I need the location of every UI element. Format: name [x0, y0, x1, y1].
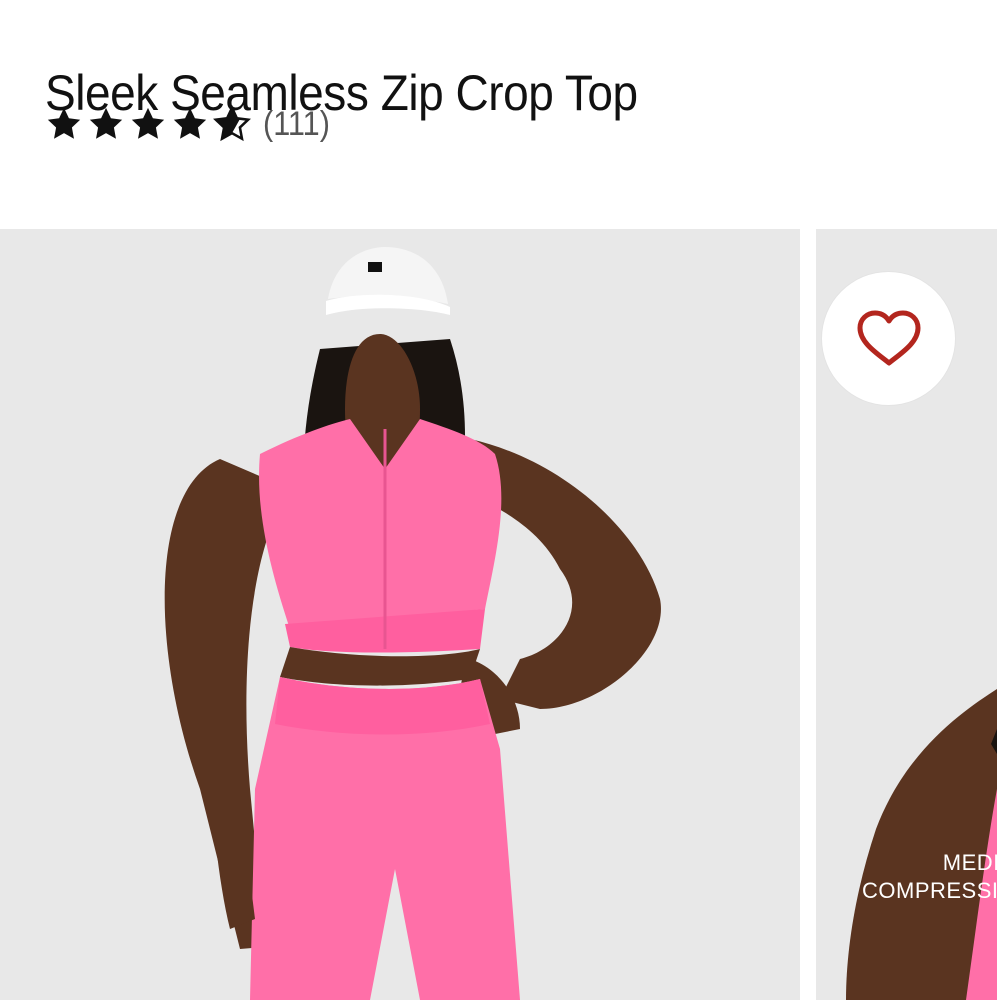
heart-icon: [857, 310, 920, 365]
add-to-favorites-button[interactable]: [822, 272, 955, 405]
review-count[interactable]: (111): [263, 105, 330, 144]
star-half-icon: [213, 105, 251, 142]
star-icon: [47, 107, 81, 139]
star-icon: [131, 107, 165, 139]
compression-badge: MEDIU COMPRESSIO: [862, 849, 997, 905]
star-icon: [89, 107, 123, 139]
rating-stars: [45, 105, 251, 143]
product-image-main[interactable]: [0, 229, 800, 1000]
product-rating[interactable]: (111): [45, 104, 337, 144]
star-icon: [173, 107, 207, 139]
badge-line-2: COMPRESSIO: [862, 878, 997, 903]
model-photo: [0, 229, 800, 1000]
badge-line-1: MEDIU: [942, 850, 997, 875]
